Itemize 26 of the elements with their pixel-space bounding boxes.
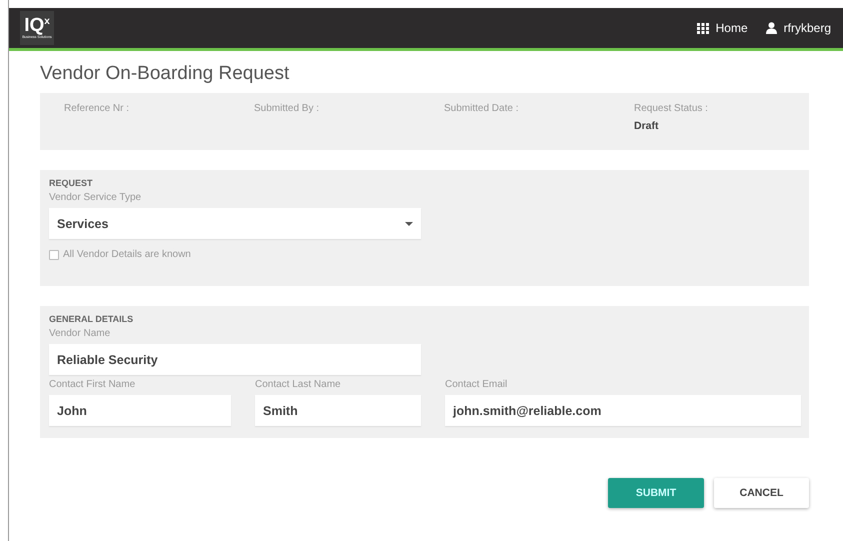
field-label: Vendor Name <box>49 328 112 339</box>
field-label: Contact First Name <box>49 379 136 390</box>
field-label: Contact Email <box>445 379 508 390</box>
page-title: Vendor On-Boarding Request <box>40 63 290 85</box>
field-label: Vendor Service Type <box>49 192 142 203</box>
select-field[interactable]: Services <box>49 208 421 239</box>
input-field[interactable]: john.smith@reliable.com <box>445 395 801 426</box>
info-label: Submitted Date : <box>444 103 520 114</box>
section-heading: GENERAL DETAILS <box>49 314 134 324</box>
info-label: Submitted By : <box>254 103 320 114</box>
info-label: Reference Nr : <box>64 103 130 114</box>
checkbox-label: All Vendor Details are known <box>63 249 191 260</box>
section-heading: REQUEST <box>49 178 94 188</box>
grid-icon <box>696 22 709 34</box>
caret-icon <box>405 222 413 226</box>
info-value: Draft <box>634 120 660 132</box>
nav-link[interactable]: rfrykberg <box>766 21 831 35</box>
nav-link[interactable]: Home <box>696 21 748 35</box>
input-field[interactable]: John <box>49 395 231 426</box>
input-field[interactable]: Smith <box>255 395 421 426</box>
input-field[interactable]: Reliable Security <box>49 344 421 375</box>
field-label: Contact Last Name <box>255 379 342 390</box>
user-icon <box>766 22 777 34</box>
info-label: Request Status : <box>634 103 709 114</box>
cancel-button[interactable]: CANCEL <box>714 478 809 508</box>
checkbox-box[interactable] <box>49 250 59 260</box>
